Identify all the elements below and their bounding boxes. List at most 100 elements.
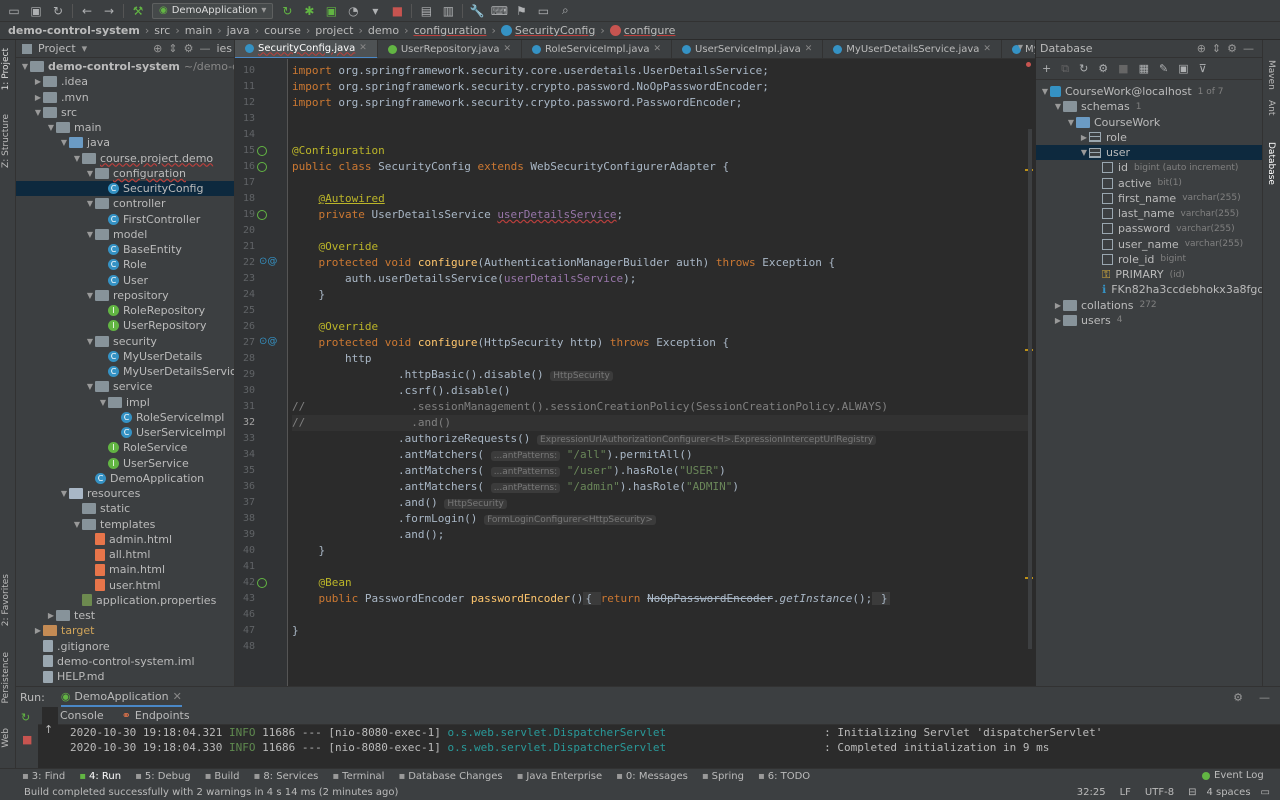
chevron-down-icon[interactable]: ▼ <box>85 169 95 178</box>
spring-bean-icon[interactable] <box>257 210 267 220</box>
tree-item[interactable]: I UserService <box>16 456 234 471</box>
scrollbar-thumb[interactable] <box>1028 129 1032 649</box>
chevron-down-icon[interactable]: ▼ <box>72 154 82 163</box>
close-icon[interactable]: ✕ <box>654 44 662 54</box>
code-line[interactable] <box>292 607 1032 623</box>
web-tool-button[interactable]: Web <box>1 728 11 748</box>
code-line[interactable]: .antMatchers( ...antPatterns: "/admin").… <box>292 479 1032 495</box>
tree-item[interactable]: C MyUserDetails <box>16 349 234 364</box>
project-view-select[interactable]: Project <box>38 42 76 55</box>
tree-item[interactable]: C MyUserDetailsService <box>16 364 234 379</box>
more-run-icon[interactable]: ▾ <box>367 3 383 19</box>
tree-item[interactable]: main.html <box>16 562 234 577</box>
tree-item[interactable]: user.html <box>16 578 234 593</box>
db-tree-item[interactable]: ▶ role <box>1036 130 1262 145</box>
tree-item[interactable]: C Role <box>16 257 234 272</box>
db-tree-item[interactable]: ▼ CourseWork <box>1036 115 1262 130</box>
code-line[interactable] <box>292 111 1032 127</box>
code-line[interactable]: // .sessionManagement().sessionCreationP… <box>292 399 1032 415</box>
edit-icon[interactable]: ✎ <box>1159 62 1168 75</box>
tree-item[interactable]: I UserRepository <box>16 318 234 333</box>
project-tool-button[interactable]: 1: Project <box>1 48 11 90</box>
tab-overflow-label[interactable]: ies <box>216 42 232 55</box>
collapse-all-icon[interactable]: ⇕ <box>1212 42 1221 55</box>
tree-item[interactable]: ▼ impl <box>16 395 234 410</box>
tree-item[interactable]: I RoleRepository <box>16 303 234 318</box>
chevron-down-icon[interactable]: ▼ <box>1053 102 1063 111</box>
code-line[interactable] <box>292 559 1032 575</box>
code-line[interactable]: } <box>292 623 1032 639</box>
tree-item[interactable]: C UserServiceImpl <box>16 425 234 440</box>
tree-item[interactable]: ▶ .mvn <box>16 90 234 105</box>
tree-item[interactable]: C BaseEntity <box>16 242 234 257</box>
search-everywhere-icon[interactable]: ⌕ <box>557 3 573 19</box>
table-view-icon[interactable]: ▦ <box>1139 62 1149 75</box>
db-tree-item[interactable]: ▼ schemas 1 <box>1036 99 1262 114</box>
chevron-right-icon[interactable]: ▶ <box>1053 301 1063 310</box>
lock-icon[interactable]: ⊟ <box>1188 787 1196 798</box>
code-line[interactable]: .antMatchers( ...antPatterns: "/all").pe… <box>292 447 1032 463</box>
breadcrumb-item[interactable]: course <box>264 24 301 37</box>
override-icon[interactable]: ⊙@ <box>259 336 277 347</box>
toolwindow-enterprise[interactable]: ▪ Java Enterprise <box>517 771 603 782</box>
chevron-down-icon[interactable]: ▼ <box>1066 118 1076 127</box>
scroll-up-icon[interactable]: ↑ <box>44 723 53 736</box>
structure-tool-button[interactable]: Z: Structure <box>1 114 11 168</box>
toolwindow-todo[interactable]: ▪ 6: TODO <box>758 771 810 782</box>
error-stripe[interactable] <box>1022 59 1035 686</box>
tree-item[interactable]: C DemoApplication <box>16 471 234 486</box>
chevron-down-icon[interactable]: ▼ <box>1079 148 1089 157</box>
event-log-button[interactable]: Event Log <box>1202 770 1264 781</box>
tree-item[interactable]: application.properties <box>16 593 234 608</box>
db-tree-item[interactable]: last_name varchar(255) <box>1036 206 1262 221</box>
spring-bean-icon[interactable] <box>257 578 267 588</box>
collapse-all-icon[interactable]: ⇕ <box>168 42 177 55</box>
breadcrumb-item[interactable]: demo <box>368 24 399 37</box>
refresh-icon[interactable]: ↻ <box>1079 62 1088 75</box>
caret-position[interactable]: 32:25 <box>1077 787 1106 798</box>
tree-item[interactable]: I RoleService <box>16 440 234 455</box>
code-line[interactable]: private UserDetailsService userDetailsSe… <box>292 207 1032 223</box>
indent-setting[interactable]: 4 spaces <box>1206 787 1250 798</box>
db-tree-item[interactable]: id bigint (auto increment) <box>1036 160 1262 175</box>
schema-sync-icon[interactable]: ⚙ <box>1098 62 1108 75</box>
code-editor[interactable]: import org.springframework.security.core… <box>288 59 1035 686</box>
spring-bean-icon[interactable] <box>257 146 267 156</box>
code-line[interactable]: http <box>292 351 1032 367</box>
code-line[interactable]: .antMatchers( ...antPatterns: "/user").h… <box>292 463 1032 479</box>
locate-icon[interactable]: ⊕ <box>1197 42 1206 55</box>
code-line[interactable]: protected void configure(AuthenticationM… <box>292 255 1032 271</box>
editor-tab[interactable]: UserServiceImpl.java ✕ <box>672 40 824 58</box>
tree-item[interactable]: ▶ target <box>16 623 234 638</box>
editor-tab[interactable]: UserRepository.java ✕ <box>378 40 523 58</box>
db-tree-item[interactable]: ▼ user <box>1036 145 1262 161</box>
tree-item[interactable]: C RoleServiceImpl <box>16 410 234 425</box>
chevron-down-icon[interactable]: ▼ <box>33 108 43 117</box>
chevron-right-icon[interactable]: ▶ <box>33 77 43 86</box>
db-tree-item[interactable]: active bit(1) <box>1036 176 1262 191</box>
tree-item[interactable]: ▼ templates <box>16 517 234 532</box>
chevron-down-icon[interactable]: ▼ <box>98 398 108 407</box>
gear-icon[interactable]: ⚙ <box>1227 42 1237 55</box>
code-line[interactable]: .and() HttpSecurity <box>292 495 1032 511</box>
code-line[interactable]: // .and() <box>292 415 1032 431</box>
settings-wrench-icon[interactable]: 🔧 <box>469 3 485 19</box>
close-icon[interactable]: ✕ <box>359 43 367 53</box>
file-encoding[interactable]: UTF-8 <box>1145 787 1174 798</box>
toolwindow-run[interactable]: ▪ 4: Run <box>79 771 121 782</box>
tree-item[interactable]: ▶ test <box>16 608 234 623</box>
status-message[interactable]: Build completed successfully with 2 warn… <box>24 787 398 798</box>
code-line[interactable]: @Override <box>292 319 1032 335</box>
code-line[interactable]: import org.springframework.security.cryp… <box>292 95 1032 111</box>
console-icon[interactable]: ▣ <box>1178 62 1188 75</box>
close-icon[interactable]: ✕ <box>173 690 182 703</box>
rerun-icon[interactable]: ↻ <box>279 3 295 19</box>
toolwindow-services[interactable]: ▪ 8: Services <box>254 771 319 782</box>
db-tree-item[interactable]: ▶ collations 272 <box>1036 298 1262 313</box>
tree-item[interactable]: ▼ course.project.demo <box>16 151 234 166</box>
rerun-icon[interactable]: ↻ <box>21 711 30 724</box>
chevron-down-icon[interactable]: ▼ <box>85 230 95 239</box>
stop-icon[interactable]: ■ <box>389 3 405 19</box>
code-line[interactable]: .httpBasic().disable() HttpSecurity <box>292 367 1032 383</box>
chevron-down-icon[interactable]: ▼ <box>46 123 56 132</box>
